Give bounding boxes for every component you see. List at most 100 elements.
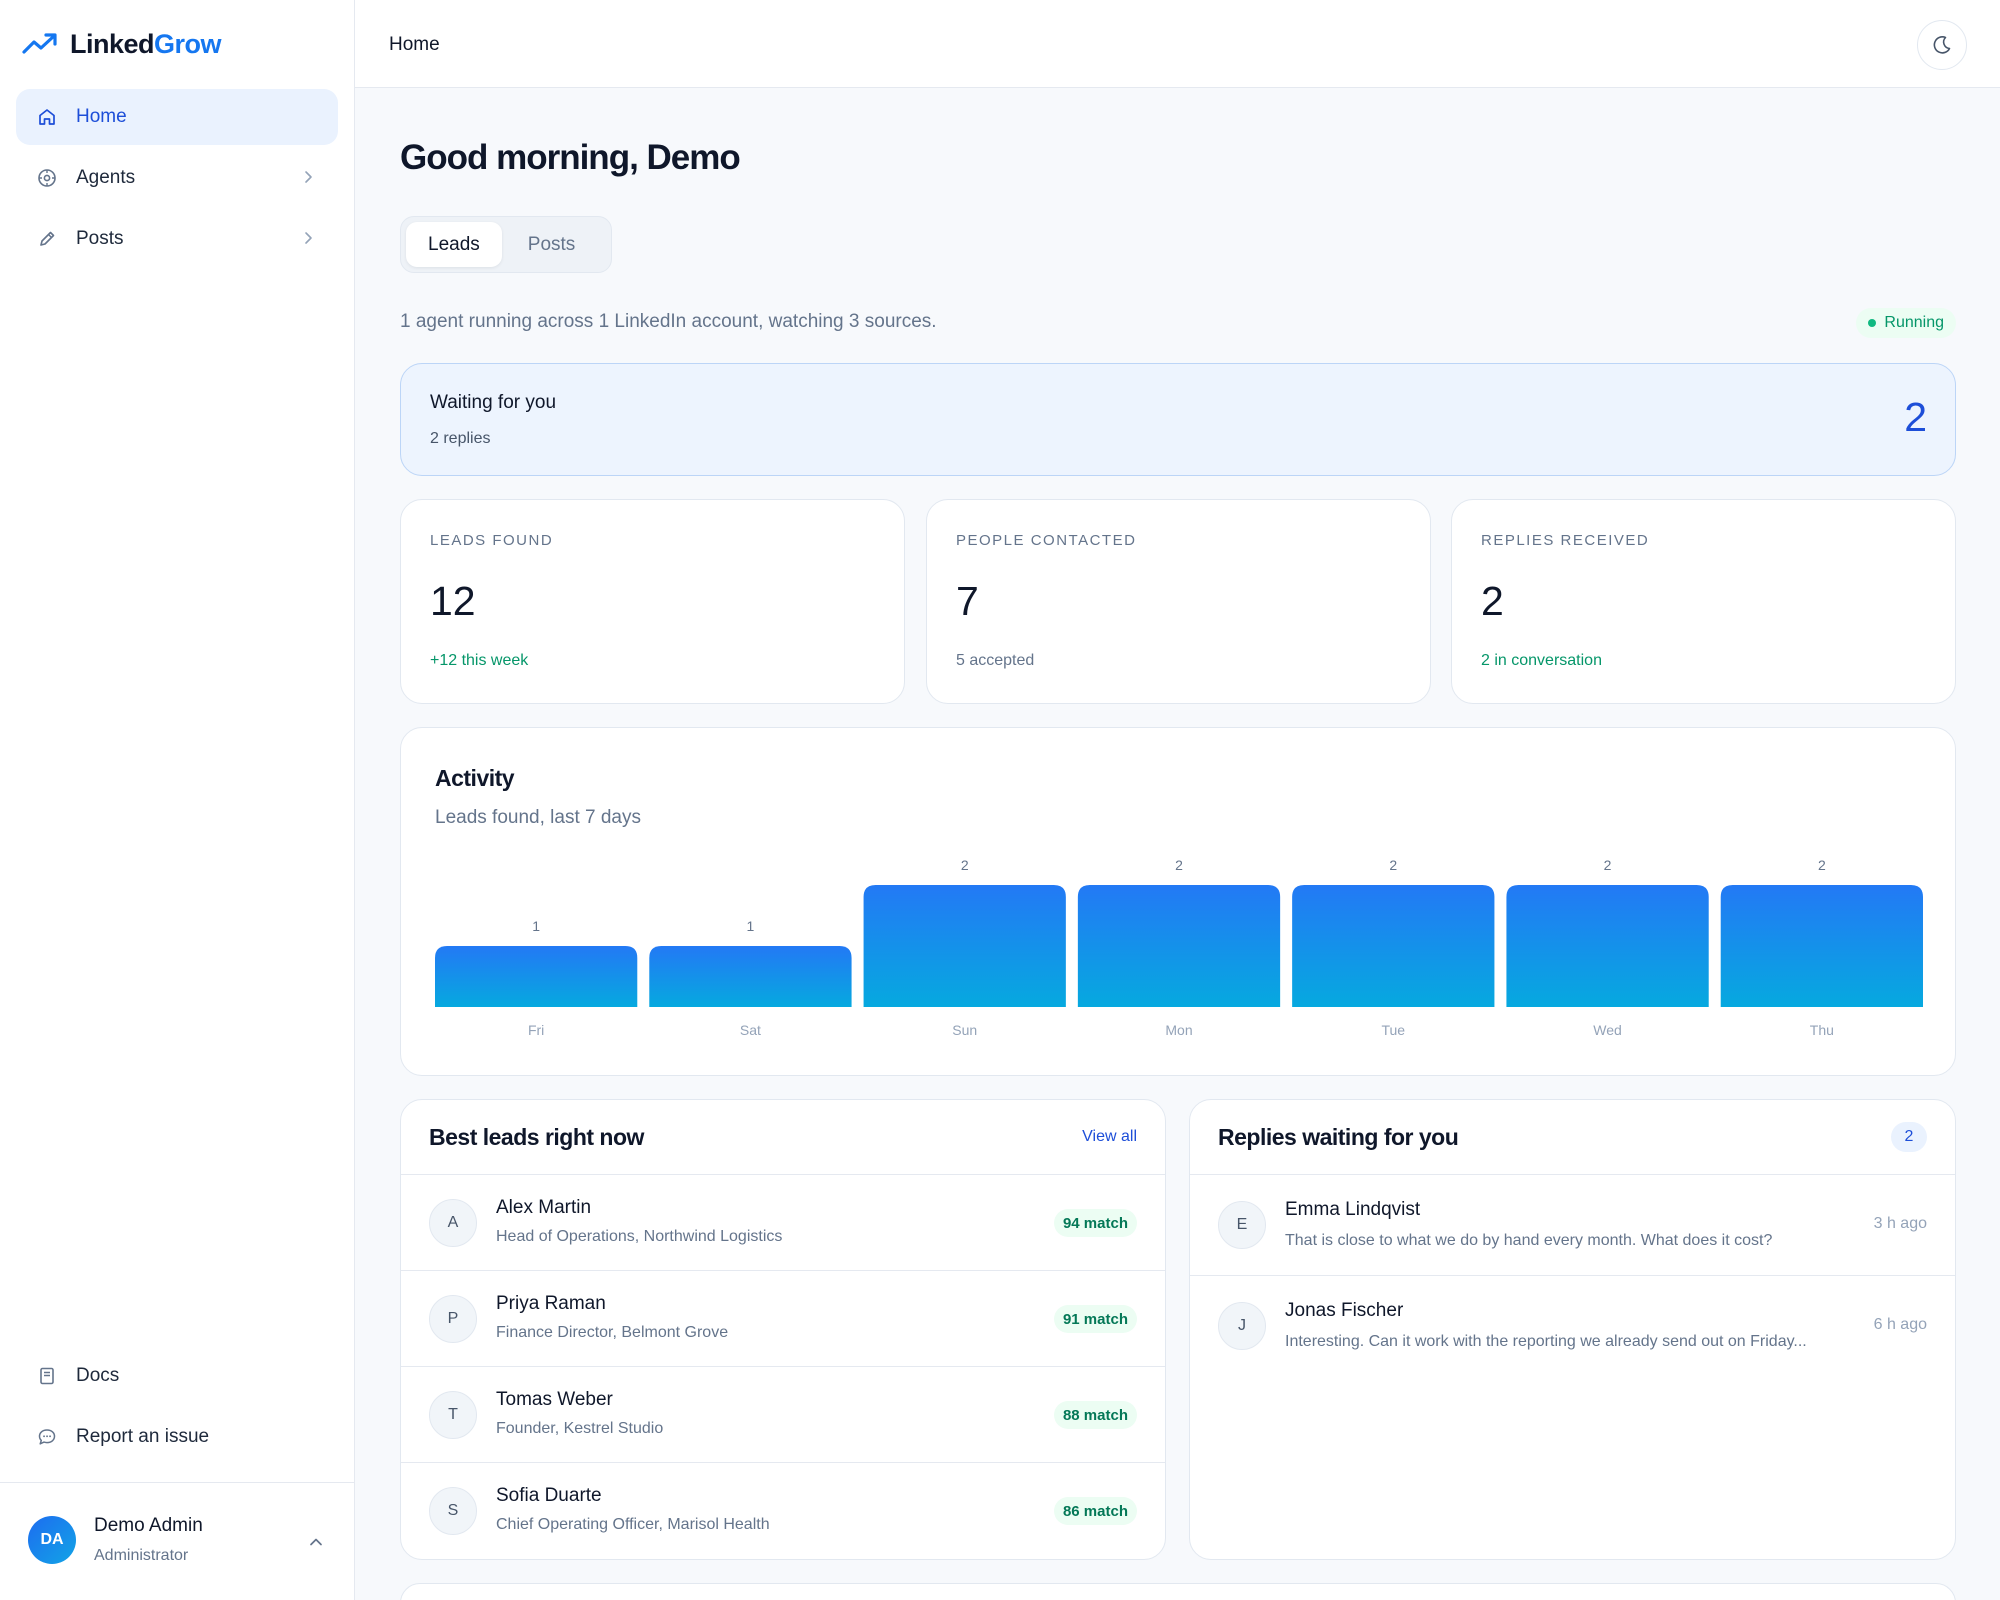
reply-time: 3 h ago <box>1873 1215 1927 1232</box>
sidebar-item-posts[interactable]: Posts <box>16 211 338 267</box>
chart-value-label: 2 <box>961 857 969 873</box>
sidebar-item-agents[interactable]: Agents <box>16 150 338 206</box>
match-badge: 88 match <box>1053 1401 1137 1429</box>
status-dot-icon <box>1868 319 1877 327</box>
waiting-count: 2 <box>1904 394 1927 440</box>
reply-time: 6 h ago <box>1873 1316 1927 1333</box>
chart-bar <box>1720 885 1923 1007</box>
lead-title: Head of Operations, Northwind Logistics <box>496 1228 783 1245</box>
best-leads-card: Best leads right now View all A Alex Mar… <box>400 1099 1166 1560</box>
match-badge: 94 match <box>1053 1209 1137 1237</box>
reply-name: Emma Lindqvist <box>1285 1199 1421 1220</box>
status-label: Running <box>1884 314 1944 331</box>
logo-text: LinkedGrow <box>70 28 222 59</box>
reply-text: Interesting. Can it work with the report… <box>1285 1333 1807 1350</box>
chart-bar <box>1077 885 1281 1007</box>
tab-bar: Leads Posts <box>400 216 612 273</box>
stat-card-people-contacted: PEOPLE CONTACTED 7 5 accepted <box>926 499 1431 704</box>
lead-row[interactable]: T Tomas Weber Founder, Kestrel Studio 88… <box>401 1367 1165 1463</box>
stat-label: REPLIES RECEIVED <box>1481 532 1650 549</box>
reply-row[interactable]: J Jonas Fischer Interesting. Can it work… <box>1190 1276 1955 1377</box>
lead-title: Founder, Kestrel Studio <box>496 1420 664 1437</box>
stat-label: PEOPLE CONTACTED <box>956 532 1137 549</box>
moon-icon <box>1933 36 1951 54</box>
agents-icon <box>36 167 58 189</box>
match-badge: 91 match <box>1053 1305 1137 1333</box>
sidebar-item-home[interactable]: Home <box>16 89 338 145</box>
lead-avatar: P <box>429 1295 477 1343</box>
chart-bar <box>649 946 852 1007</box>
lead-name: Tomas Weber <box>496 1389 613 1410</box>
reply-avatar: J <box>1218 1302 1266 1350</box>
lead-name: Alex Martin <box>496 1197 592 1218</box>
lead-title: Chief Operating Officer, Marisol Health <box>496 1516 770 1533</box>
user-menu[interactable]: DA Demo Admin Administrator <box>0 1482 355 1600</box>
chart-bar <box>863 885 1066 1007</box>
lead-name: Sofia Duarte <box>496 1485 602 1506</box>
chart-value-label: 2 <box>1175 857 1183 873</box>
stat-sub: +12 this week <box>430 652 529 669</box>
sidebar-nav: Home Agents Posts <box>16 89 338 272</box>
lead-avatar: T <box>429 1391 477 1439</box>
chart-category-label: Wed <box>1593 1022 1622 1038</box>
sidebar-item-label: Report an issue <box>76 1426 210 1447</box>
tab-posts[interactable]: Posts <box>506 222 598 267</box>
status-badge: Running <box>1856 308 1956 338</box>
card-title: Replies waiting for you <box>1218 1124 1459 1150</box>
view-all-link[interactable]: View all <box>1082 1128 1137 1146</box>
stat-sub: 5 accepted <box>956 652 1035 669</box>
sidebar-item-docs[interactable]: Docs <box>16 1348 338 1404</box>
chart-bar <box>435 946 638 1007</box>
chart-value-label: 1 <box>532 918 540 934</box>
stat-value: 12 <box>430 578 476 624</box>
reply-row[interactable]: E Emma Lindqvist That is close to what w… <box>1190 1175 1955 1276</box>
reply-text: That is close to what we do by hand ever… <box>1285 1232 1773 1249</box>
chart-category-label: Tue <box>1381 1022 1405 1038</box>
chart-category-label: Thu <box>1810 1022 1834 1038</box>
sidebar-item-label: Posts <box>76 228 124 249</box>
count-badge: 2 <box>1891 1122 1927 1152</box>
chart-category-label: Fri <box>528 1022 544 1038</box>
stat-label: LEADS FOUND <box>430 532 554 549</box>
lead-row[interactable]: P Priya Raman Finance Director, Belmont … <box>401 1271 1165 1367</box>
logo[interactable]: LinkedGrow <box>22 26 222 62</box>
stat-card-replies-received: REPLIES RECEIVED 2 2 in conversation <box>1451 499 1956 704</box>
avatar: DA <box>28 1516 76 1564</box>
sidebar-item-label: Docs <box>76 1365 120 1386</box>
chart-category-label: Sat <box>740 1022 761 1038</box>
top-bar: Home <box>355 0 2000 88</box>
lead-title: Finance Director, Belmont Grove <box>496 1324 729 1341</box>
user-name: Demo Admin <box>94 1515 203 1536</box>
sidebar-item-label: Home <box>76 106 127 127</box>
chart-value-label: 2 <box>1604 857 1612 873</box>
trend-up-icon <box>22 33 57 54</box>
tab-leads[interactable]: Leads <box>406 222 502 267</box>
lead-row[interactable]: A Alex Martin Head of Operations, Northw… <box>401 1175 1165 1271</box>
breadcrumb: Home <box>389 34 440 55</box>
chart-category-label: Mon <box>1165 1022 1192 1038</box>
stat-sub: 2 in conversation <box>1481 652 1602 669</box>
chat-bubble-icon <box>36 1426 58 1448</box>
chart-value-label: 2 <box>1389 857 1397 873</box>
chevron-up-icon[interactable] <box>307 1533 325 1551</box>
lead-avatar: S <box>429 1487 477 1535</box>
waiting-for-you-card[interactable]: Waiting for you 2 replies 2 <box>400 363 1956 476</box>
chart-value-label: 1 <box>747 918 755 934</box>
chart-category-label: Sun <box>952 1022 977 1038</box>
lead-row[interactable]: S Sofia Duarte Chief Operating Officer, … <box>401 1463 1165 1559</box>
waiting-subtitle: 2 replies <box>430 430 491 447</box>
sidebar-item-label: Agents <box>76 167 136 188</box>
chevron-right-icon <box>305 171 312 183</box>
stat-value: 2 <box>1481 578 1504 624</box>
stat-card-leads-found: LEADS FOUND 12 +12 this week <box>400 499 905 704</box>
theme-toggle-button[interactable] <box>1917 20 1967 70</box>
sidebar-item-report-issue[interactable]: Report an issue <box>16 1409 338 1465</box>
page-title: Good morning, Demo <box>400 138 741 177</box>
card-title: Best leads right now <box>429 1124 644 1150</box>
user-role: Administrator <box>94 1547 189 1564</box>
replies-waiting-card: Replies waiting for you 2 E Emma Lindqvi… <box>1189 1099 1956 1560</box>
reply-avatar: E <box>1218 1201 1266 1249</box>
chart-bar <box>1506 885 1709 1007</box>
card-header: Replies waiting for you 2 <box>1190 1100 1955 1175</box>
activity-bar-chart: 1 Fri 1 Sat 2 Sun 2 Mon 2 Tue 2 Wed 2 Thu <box>435 857 1923 1038</box>
